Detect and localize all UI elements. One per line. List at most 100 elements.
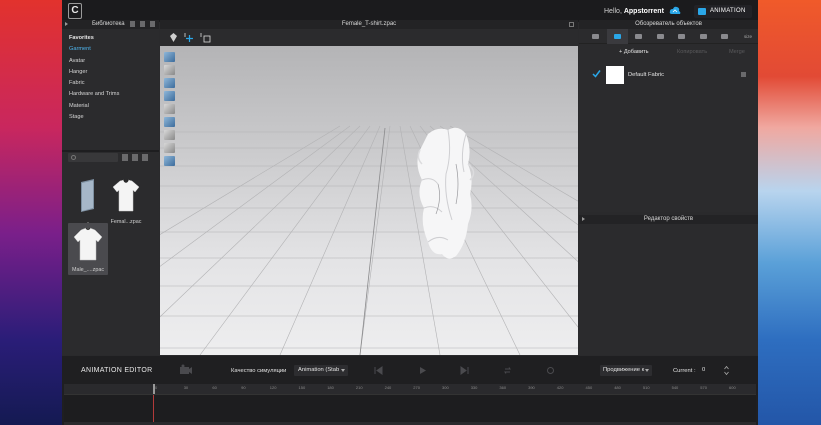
- sim-quality-value: Animation (Stab: [298, 367, 340, 373]
- library-divider[interactable]: [62, 150, 159, 152]
- tab-buttons[interactable]: [628, 29, 650, 44]
- garment-mesh[interactable]: [408, 124, 488, 264]
- topstitch-icon: [678, 33, 685, 39]
- tab-fabric[interactable]: [606, 28, 628, 44]
- avatar-tool-icon[interactable]: [168, 32, 179, 43]
- current-frame-label: Current :: [673, 368, 696, 374]
- skip-to-start-icon[interactable]: [374, 366, 383, 375]
- tree-item-hardware-and-trims[interactable]: Hardware and Trims: [69, 89, 159, 100]
- fabric-options-icon[interactable]: [741, 72, 746, 77]
- sim-quality-select[interactable]: Animation (Stab: [294, 365, 348, 376]
- current-frame-input[interactable]: 0: [700, 365, 720, 376]
- animation-mode-button[interactable]: ANIMATION: [694, 5, 752, 18]
- add-label: Добавить: [623, 49, 649, 55]
- library-file-folder-up[interactable]: ..: [68, 178, 108, 225]
- tab-zipper[interactable]: [693, 29, 715, 44]
- fabric-icon: [613, 33, 621, 39]
- library-file-male-shirt[interactable]: Male_....zpac: [68, 223, 108, 275]
- ruler-tick-label: 480: [614, 385, 621, 390]
- tree-item-material[interactable]: Material: [69, 101, 159, 112]
- check-icon[interactable]: [592, 69, 601, 78]
- username[interactable]: Appstorrent: [624, 8, 664, 15]
- tree-item-favorites[interactable]: Favorites: [69, 33, 159, 44]
- frame-stepper[interactable]: [724, 365, 729, 376]
- light-icon[interactable]: [164, 130, 175, 140]
- timeline-ruler[interactable]: 0 30 60 90 120 150 180 210 240 270 300 330 360 390 420…: [64, 384, 756, 394]
- copy-fabric-button[interactable]: Копировать: [677, 46, 707, 58]
- collapse-icon[interactable]: [582, 217, 585, 221]
- library-tool-icon[interactable]: [130, 21, 135, 27]
- tree-item-avatar[interactable]: Avatar: [69, 56, 159, 67]
- ruler-tick-label: 300: [442, 385, 449, 390]
- movement-select[interactable]: Продвижение к: [600, 365, 652, 376]
- search-icon: [71, 155, 76, 160]
- select-move-icon[interactable]: [184, 32, 195, 43]
- animation-editor-title: ANIMATION EDITOR: [81, 367, 153, 374]
- viewport-side-toolbar: [164, 52, 177, 169]
- render-icon[interactable]: [164, 156, 175, 166]
- add-fabric-button[interactable]: + Добавить: [619, 46, 649, 58]
- play-icon[interactable]: [418, 366, 427, 375]
- pin-display-icon[interactable]: [164, 91, 175, 101]
- collapse-icon[interactable]: [65, 22, 68, 26]
- library-panel: Библиотека Favorites Garment Avatar Hanger F…: [62, 20, 159, 355]
- timeline-track[interactable]: [64, 394, 756, 423]
- settings-icon[interactable]: [142, 154, 148, 161]
- texture-display-icon[interactable]: [164, 117, 175, 127]
- list-view-icon[interactable]: [122, 154, 128, 161]
- size-tab-label[interactable]: size: [744, 34, 752, 39]
- ruler-tick-label: 270: [413, 385, 420, 390]
- library-header: Библиотека: [62, 20, 159, 29]
- sim-quality-label: Качество симуляции: [231, 368, 287, 374]
- app-logo[interactable]: C: [68, 3, 82, 19]
- ruler-tick-label: 120: [269, 385, 277, 390]
- fabric-swatch[interactable]: [606, 66, 624, 84]
- ruler-tick-label: 240: [384, 385, 392, 390]
- tab-buttonholes[interactable]: [650, 29, 672, 44]
- cloud-icon[interactable]: [669, 6, 681, 16]
- library-file-female-shirt[interactable]: Femal...zpac: [106, 178, 146, 225]
- popout-icon[interactable]: [569, 22, 574, 27]
- loop-icon[interactable]: [503, 366, 512, 375]
- 3d-viewport[interactable]: [160, 46, 578, 355]
- ruler-tick-label: 570: [700, 385, 707, 390]
- ruler-tick-label: 210: [355, 385, 363, 390]
- folder-icon: [81, 179, 94, 212]
- property-editor-title: Редактор свойств: [643, 216, 694, 222]
- tree-item-fabric[interactable]: Fabric: [69, 78, 159, 89]
- animation-mode-label: ANIMATION: [710, 8, 746, 14]
- fabric-display-icon[interactable]: [164, 52, 175, 62]
- tree-item-garment[interactable]: Garment: [69, 44, 159, 55]
- library-title: Библиотека: [92, 21, 125, 27]
- library-search-input[interactable]: [68, 153, 118, 162]
- property-editor-header: Редактор свойств: [579, 215, 758, 224]
- library-tree: Favorites Garment Avatar Hanger Fabric Hardwa…: [62, 29, 159, 123]
- ruler-tick-label: 540: [671, 385, 679, 390]
- ruler-tick-label: 360: [499, 385, 507, 390]
- merge-fabric-button[interactable]: Merge: [729, 46, 745, 58]
- tree-item-hanger[interactable]: Hanger: [69, 67, 159, 78]
- tree-item-stage[interactable]: Stage: [69, 112, 159, 123]
- library-tool-icon[interactable]: [150, 21, 155, 27]
- tab-material[interactable]: [714, 29, 736, 44]
- transform-box-icon[interactable]: [200, 32, 211, 43]
- record-camera-icon[interactable]: [179, 364, 193, 375]
- skip-to-end-icon[interactable]: [460, 366, 469, 375]
- camera-icon[interactable]: [164, 143, 175, 153]
- library-tool-icon[interactable]: [140, 21, 145, 27]
- object-browser-title: Обозреватель объектов: [635, 21, 702, 27]
- zipper-icon: [699, 33, 707, 39]
- strain-map-icon[interactable]: [164, 104, 175, 114]
- record-icon[interactable]: [546, 366, 555, 375]
- grid-view-icon[interactable]: [132, 154, 138, 161]
- fabric-list-item[interactable]: Default Fabric: [579, 66, 758, 84]
- ruler-tick-label: 600: [729, 385, 736, 390]
- sphere-icon: [721, 33, 728, 39]
- ruler-tick-label: 510: [642, 385, 650, 390]
- tab-list[interactable]: [585, 29, 607, 44]
- hardware-display-icon[interactable]: [164, 78, 175, 88]
- movement-value: Продвижение к: [603, 367, 645, 373]
- clo-window: C Hello, Appstorrent ANIMATION Библиотек…: [62, 0, 758, 425]
- tab-topstitch[interactable]: [671, 29, 693, 44]
- avatar-display-icon[interactable]: [164, 65, 175, 75]
